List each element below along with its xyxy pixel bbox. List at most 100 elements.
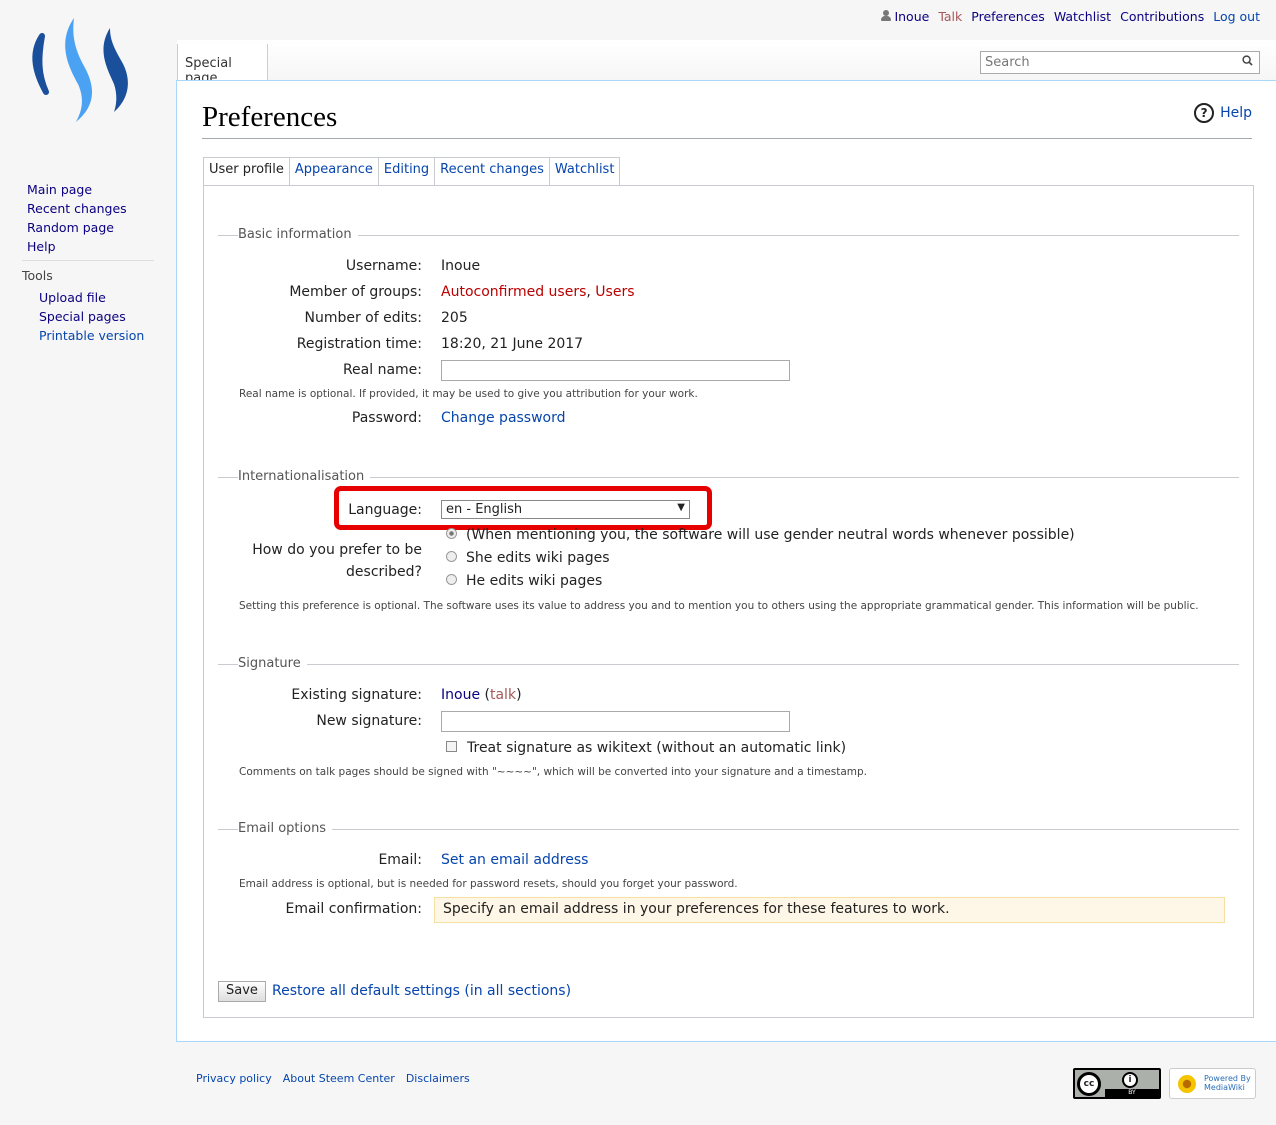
tab-user-profile[interactable]: User profile <box>203 157 290 185</box>
footer-links: Privacy policy About Steem Center Discla… <box>196 1072 470 1085</box>
tab-recent-changes[interactable]: Recent changes <box>435 157 550 185</box>
sidebar-item-special-pages[interactable]: Special pages <box>39 307 144 326</box>
user-link[interactable]: Inoue <box>881 9 929 24</box>
set-email-link[interactable]: Set an email address <box>441 852 588 868</box>
section-internationalisation: Internationalisation <box>218 469 1239 484</box>
change-password-link[interactable]: Change password <box>441 410 566 426</box>
signature-talk-link[interactable]: talk <box>490 687 516 703</box>
attribution-icon: i <box>1122 1072 1138 1088</box>
watchlist-link[interactable]: Watchlist <box>1054 9 1111 24</box>
contributions-link[interactable]: Contributions <box>1120 9 1204 24</box>
logout-link[interactable]: Log out <box>1213 9 1260 24</box>
footer-about[interactable]: About Steem Center <box>283 1072 395 1085</box>
save-button[interactable]: Save <box>218 981 266 1002</box>
checkbox[interactable] <box>446 741 457 752</box>
user-icon <box>881 10 892 21</box>
edits-value: 205 <box>441 310 468 326</box>
restore-defaults-link[interactable]: Restore all default settings (in all sec… <box>272 983 571 999</box>
sidebar-item-printable-version[interactable]: Printable version <box>39 326 144 345</box>
gender-label-line2: described? <box>346 564 422 580</box>
tab-watchlist[interactable]: Watchlist <box>549 157 621 185</box>
cc-icon: cc <box>1077 1072 1101 1096</box>
existing-signature-label: Existing signature: <box>291 687 422 703</box>
sidebar-tools: Upload file Special pages Printable vers… <box>39 288 144 345</box>
real-name-help: Real name is optional. If provided, it m… <box>239 388 698 400</box>
radio-label: (When mentioning you, the software will … <box>466 527 1075 543</box>
tools-heading: Tools <box>22 268 53 283</box>
cc-by-badge[interactable]: cc i BY <box>1073 1068 1161 1099</box>
content: Preferences ? Help User profile Appearanc… <box>176 80 1276 1042</box>
footer-privacy-policy[interactable]: Privacy policy <box>196 1072 272 1085</box>
real-name-input[interactable] <box>441 360 790 381</box>
email-confirmation-label: Email confirmation: <box>285 901 422 917</box>
new-signature-input[interactable] <box>441 711 790 732</box>
gender-label-line1: How do you prefer to be <box>252 542 422 558</box>
section-legend: Signature <box>238 656 307 671</box>
preferences-panel: Basic information Username: Inoue Member… <box>203 185 1254 1018</box>
sidebar-divider <box>22 260 154 261</box>
sidebar-item-random-page[interactable]: Random page <box>27 218 127 237</box>
sunflower-icon <box>1178 1075 1196 1093</box>
sidebar-item-main-page[interactable]: Main page <box>27 180 127 199</box>
group-link-users[interactable]: Users <box>595 284 634 300</box>
radio-label: She edits wiki pages <box>466 550 610 566</box>
sidebar-item-help[interactable]: Help <box>27 237 127 256</box>
gender-radio-he[interactable]: He edits wiki pages <box>446 573 602 589</box>
groups-value: Autoconfirmed users, Users <box>441 284 635 300</box>
real-name-label: Real name: <box>342 362 422 378</box>
radio-icon[interactable] <box>446 574 457 585</box>
site-logo[interactable] <box>28 14 138 126</box>
gender-help: Setting this preference is optional. The… <box>239 600 1199 612</box>
help-link[interactable]: ? Help <box>1194 103 1252 123</box>
tab-special-page[interactable]: Special page <box>177 44 268 86</box>
section-basic-information: Basic information <box>218 227 1239 242</box>
signature-user-link[interactable]: Inoue <box>441 687 480 703</box>
username-value: Inoue <box>441 258 481 274</box>
groups-label: Member of groups: <box>289 284 422 300</box>
password-label: Password: <box>351 410 422 426</box>
checkbox-label: Treat signature as wikitext (without an … <box>467 740 847 756</box>
dropdown-arrow-icon: ▼ <box>677 502 685 513</box>
gender-radio-she[interactable]: She edits wiki pages <box>446 550 610 566</box>
cc-by-label: BY <box>1105 1089 1159 1097</box>
radio-icon[interactable] <box>446 551 457 562</box>
search-icon[interactable] <box>1242 55 1253 66</box>
preferences-tabs: User profile Appearance Editing Recent c… <box>203 157 621 185</box>
tab-appearance[interactable]: Appearance <box>289 157 379 185</box>
sidebar-item-recent-changes[interactable]: Recent changes <box>27 199 127 218</box>
radio-label: He edits wiki pages <box>466 573 603 589</box>
section-legend: Basic information <box>238 227 358 242</box>
username: Inoue <box>894 9 930 24</box>
footer-disclaimers[interactable]: Disclaimers <box>406 1072 470 1085</box>
group-separator: , <box>586 284 596 300</box>
sidebar-item-upload-file[interactable]: Upload file <box>39 288 144 307</box>
title-divider <box>202 138 1252 139</box>
language-label: Language: <box>348 502 422 518</box>
registration-value: 18:20, 21 June 2017 <box>441 336 584 352</box>
section-email-options: Email options <box>218 821 1239 836</box>
gender-label: How do you prefer to be described? <box>252 539 422 583</box>
username-label: Username: <box>345 258 422 274</box>
search-placeholder: Search <box>985 55 1030 70</box>
sidebar-nav: Main page Recent changes Random page Hel… <box>27 180 127 256</box>
tab-editing[interactable]: Editing <box>378 157 436 185</box>
edits-label: Number of edits: <box>304 310 422 326</box>
gender-radio-neutral[interactable]: (When mentioning you, the software will … <box>446 527 1075 543</box>
language-select[interactable]: en - English ▼ <box>441 500 690 519</box>
preferences-link[interactable]: Preferences <box>971 9 1045 24</box>
section-legend: Internationalisation <box>238 469 371 484</box>
email-confirmation-notice: Specify an email address in your prefere… <box>434 897 1225 923</box>
radio-icon[interactable] <box>446 528 457 539</box>
help-icon: ? <box>1194 103 1215 123</box>
new-signature-label: New signature: <box>316 713 422 729</box>
wikitext-checkbox-row[interactable]: Treat signature as wikitext (without an … <box>446 740 846 756</box>
powered-by-mediawiki-badge[interactable]: Powered By MediaWiki <box>1169 1068 1256 1099</box>
search-input[interactable]: Search <box>980 51 1260 74</box>
talk-link[interactable]: Talk <box>938 9 962 24</box>
group-link-autoconfirmed[interactable]: Autoconfirmed users <box>441 284 586 300</box>
registration-label: Registration time: <box>296 336 422 352</box>
email-label: Email: <box>378 852 422 868</box>
personal-tools: Inoue Talk Preferences Watchlist Contrib… <box>881 9 1260 24</box>
existing-signature-value: Inoue (talk) <box>441 687 522 703</box>
section-signature: Signature <box>218 656 1239 671</box>
